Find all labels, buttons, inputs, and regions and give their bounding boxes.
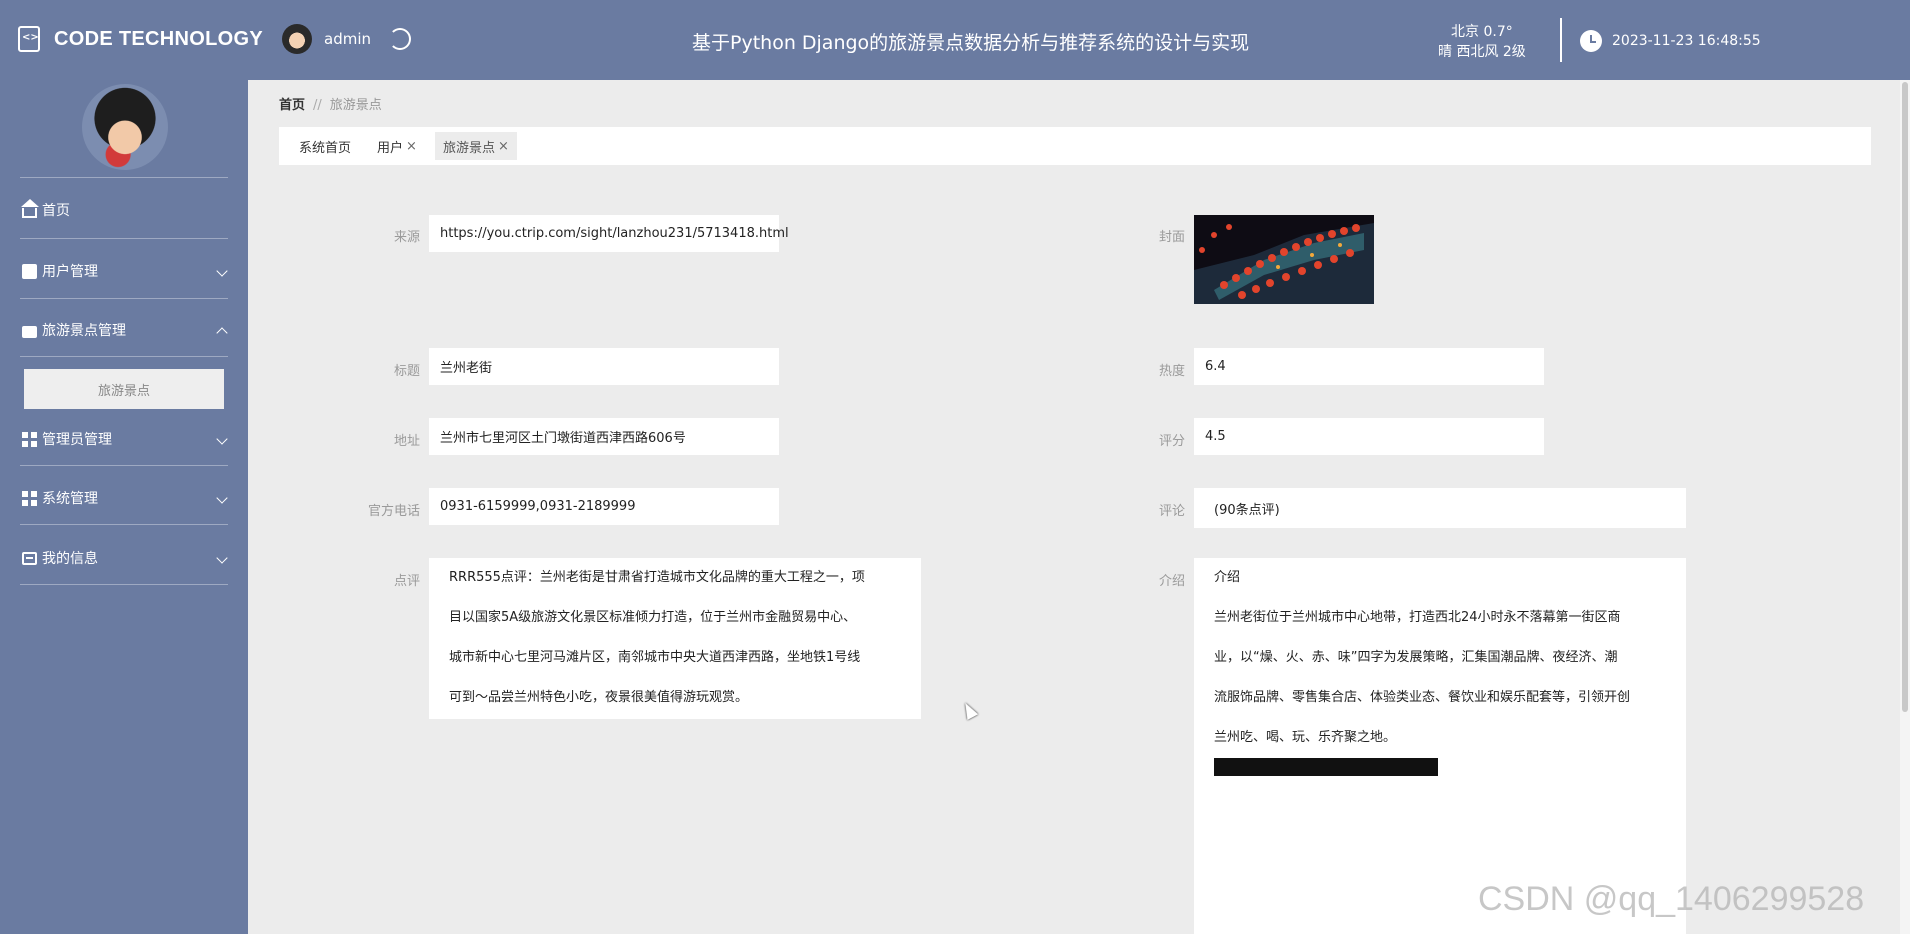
- phone-field[interactable]: 0931-6159999,0931-2189999: [429, 488, 779, 525]
- scrollbar-thumb[interactable]: [1902, 82, 1908, 712]
- brand[interactable]: CODE TECHNOLOGY: [18, 26, 263, 52]
- sidebar-item-user-management[interactable]: 用户管理: [22, 256, 228, 286]
- review-textbox[interactable]: RRR555点评：兰州老街是甘肃省打造城市文化品牌的重大工程之一，项 目以国家5…: [429, 558, 921, 719]
- intro-textbox[interactable]: 介绍 兰州老街位于兰州城市中心地带，打造西北24小时永不落幕第一街区商 业，以“…: [1194, 558, 1686, 934]
- tab-label: 旅游景点: [442, 140, 495, 156]
- chevron-down-icon: [216, 492, 228, 504]
- breadcrumb-home[interactable]: 首页: [279, 98, 305, 113]
- clock-widget: 2023-11-23 16:48:55: [1580, 30, 1761, 52]
- sidebar-divider: [20, 465, 228, 466]
- review-line: 可到～品尝兰州特色小吃，夜景很美值得游玩观赏。: [449, 690, 749, 705]
- intro-label: 介绍: [1158, 574, 1185, 589]
- comments-label: 评论: [1158, 504, 1185, 519]
- breadcrumb-separator: //: [313, 98, 322, 113]
- grid-icon: [22, 490, 37, 506]
- sidebar-divider: [20, 584, 228, 585]
- phone-label: 官方电话: [367, 504, 420, 519]
- sidebar-item-label: 管理员管理: [42, 432, 112, 448]
- id-card-icon: [22, 551, 37, 565]
- sync-icon[interactable]: [389, 28, 411, 50]
- code-icon: [18, 26, 40, 52]
- rating-label: 评分: [1158, 434, 1185, 449]
- tab-attractions[interactable]: 旅游景点 ×: [434, 132, 517, 160]
- tab-bar: 系统首页 用户 × 旅游景点 ×: [279, 127, 1871, 165]
- user-menu[interactable]: admin: [282, 24, 411, 54]
- weather-city-temp: 北京 0.7°: [1451, 24, 1513, 40]
- intro-heading: 介绍: [1214, 570, 1241, 585]
- watermark: CSDN @qq_1406299528: [1478, 880, 1865, 918]
- sidebar-item-admin-management[interactable]: 管理员管理: [22, 424, 228, 454]
- sidebar-divider: [20, 238, 228, 239]
- chevron-down-icon: [216, 433, 228, 445]
- sidebar-item-label: 用户管理: [42, 264, 98, 280]
- heat-field[interactable]: 6.4: [1194, 348, 1544, 385]
- sidebar-item-attraction-management[interactable]: 旅游景点管理: [22, 315, 228, 345]
- heat-label: 热度: [1158, 364, 1185, 379]
- system-title: 基于Python Django的旅游景点数据分析与推荐系统的设计与实现: [692, 32, 1250, 54]
- sidebar-item-home[interactable]: 首页: [21, 195, 228, 225]
- current-datetime: 2023-11-23 16:48:55: [1612, 33, 1761, 49]
- tab-users[interactable]: 用户 ×: [369, 132, 425, 160]
- address-field[interactable]: 兰州市七里河区土门墩街道西津西路606号: [429, 418, 779, 455]
- sidebar-divider: [20, 298, 228, 299]
- tab-label: 系统首页: [299, 140, 352, 156]
- user-avatar[interactable]: [282, 24, 312, 54]
- review-line: 城市新中心七里河马滩片区，南邻城市中央大道西津西路，坐地铁1号线: [449, 650, 861, 665]
- cover-image[interactable]: [1194, 215, 1374, 304]
- sidebar-divider: [20, 356, 228, 357]
- intro-image: [1214, 758, 1438, 776]
- tab-label: 用户: [377, 140, 404, 156]
- address-label: 地址: [393, 434, 420, 449]
- sidebar-avatar: [82, 84, 168, 170]
- cover-label: 封面: [1158, 230, 1185, 245]
- page-scrollbar[interactable]: [1900, 80, 1910, 934]
- title-field[interactable]: 兰州老街: [429, 348, 779, 385]
- title-label: 标题: [393, 364, 420, 379]
- source-label: 来源: [393, 230, 420, 245]
- chevron-up-icon: [216, 327, 228, 339]
- review-label: 点评: [393, 574, 420, 589]
- sidebar-divider: [20, 524, 228, 525]
- weather-widget: 北京 0.7° 晴 西北风 2级: [1438, 22, 1526, 62]
- weather-condition: 晴 西北风 2级: [1438, 44, 1526, 60]
- intro-line: 业，以“燥、火、赤、味”四字为发展策略，汇集国潮品牌、夜经济、潮: [1214, 650, 1618, 665]
- close-icon[interactable]: ×: [406, 139, 417, 154]
- intro-line: 兰州老街位于兰州城市中心地带，打造西北24小时永不落幕第一街区商: [1214, 610, 1621, 625]
- chevron-down-icon: [216, 265, 228, 277]
- mouse-cursor-icon: [959, 700, 979, 720]
- grid-icon: [22, 431, 37, 447]
- close-icon[interactable]: ×: [498, 139, 509, 154]
- sidebar-item-label: 我的信息: [42, 551, 98, 567]
- breadcrumb-current: 旅游景点: [329, 98, 382, 113]
- brand-name: CODE TECHNOLOGY: [54, 27, 263, 50]
- sidebar-item-label: 旅游景点管理: [42, 323, 126, 339]
- comments-field[interactable]: (90条点评): [1194, 488, 1686, 528]
- breadcrumb: 首页 // 旅游景点: [279, 94, 382, 113]
- intro-line: 流服饰品牌、零售集合店、体验类业态、餐饮业和娱乐配套等，引领开创: [1214, 690, 1631, 705]
- briefcase-icon: [22, 325, 37, 338]
- sidebar-divider: [20, 177, 228, 178]
- username[interactable]: admin: [324, 30, 371, 48]
- sidebar-item-my-info[interactable]: 我的信息: [22, 543, 228, 573]
- sidebar-item-label: 首页: [42, 203, 70, 219]
- alarm-clock-icon: [1580, 30, 1602, 52]
- rating-field[interactable]: 4.5: [1194, 418, 1544, 455]
- review-line: 目以国家5A级旅游文化景区标准倾力打造，位于兰州市金融贸易中心、: [449, 610, 857, 625]
- sidebar: 首页 用户管理 旅游景点管理 旅游景点 管理员管理 系统管理 我的信息: [0, 80, 248, 934]
- top-header: CODE TECHNOLOGY admin 基于Python Django的旅游…: [0, 0, 1910, 80]
- chevron-down-icon: [216, 552, 228, 564]
- review-line: RRR555点评：兰州老街是甘肃省打造城市文化品牌的重大工程之一，项: [449, 570, 865, 585]
- sidebar-item-label: 系统管理: [42, 491, 98, 507]
- home-icon: [21, 198, 39, 218]
- source-field[interactable]: https://you.ctrip.com/sight/lanzhou231/5…: [429, 215, 789, 252]
- clipboard-icon: [22, 263, 37, 279]
- sidebar-subitem-attractions[interactable]: 旅游景点: [24, 369, 224, 409]
- tab-system-home[interactable]: 系统首页: [291, 132, 359, 160]
- header-divider: [1560, 18, 1562, 62]
- cover-image-graphic: [1194, 215, 1374, 304]
- sidebar-item-system-management[interactable]: 系统管理: [22, 483, 228, 513]
- intro-line: 兰州吃、喝、玩、乐齐聚之地。: [1214, 730, 1397, 745]
